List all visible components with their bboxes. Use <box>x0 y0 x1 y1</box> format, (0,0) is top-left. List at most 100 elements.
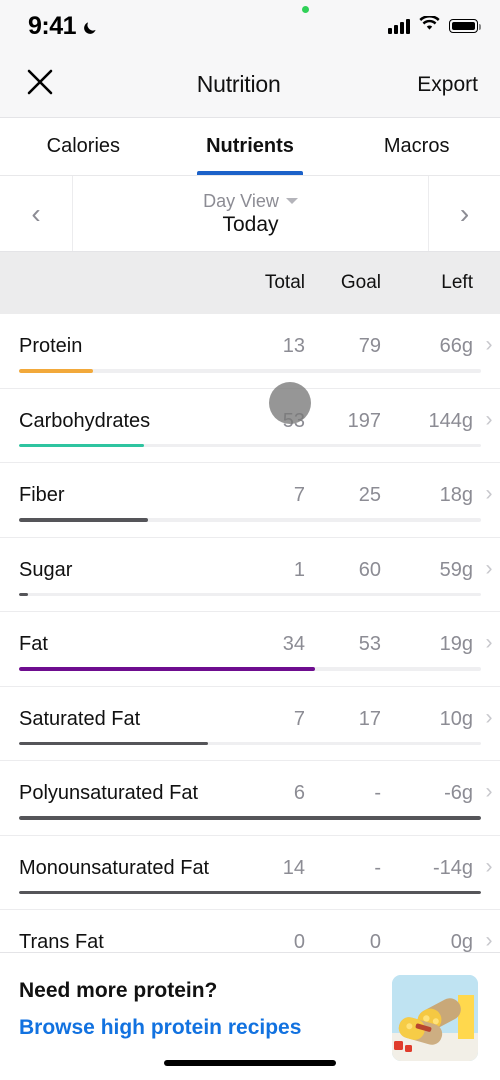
nutrition-screen: 9:41 Nutrition Export Calories Nutrients… <box>0 0 500 1080</box>
table-row[interactable]: Fiber 7 25 18g › <box>0 463 500 538</box>
table-row[interactable]: Fat 34 53 19g › <box>0 612 500 687</box>
nutrient-name: Polyunsaturated Fat <box>19 782 198 804</box>
nutrient-total: 13 <box>282 335 305 357</box>
nav-header: Nutrition Export <box>0 52 500 118</box>
status-time: 9:41 <box>28 11 77 40</box>
browse-recipes-link[interactable]: Browse high protein recipes <box>19 1016 392 1040</box>
nutrient-progress-fill <box>19 741 209 745</box>
wifi-icon <box>419 14 440 36</box>
home-indicator <box>164 1060 336 1066</box>
nutrient-progress-track <box>19 369 481 373</box>
table-row[interactable]: Saturated Fat 7 17 10g › <box>0 686 500 761</box>
table-row[interactable]: Monounsaturated Fat 14 - -14g › <box>0 835 500 910</box>
nutrient-goal: 197 <box>347 409 381 432</box>
date-navigator: ‹ Day View Today › <box>0 176 500 252</box>
nutrient-left: 59g <box>439 558 473 581</box>
nutrient-progress-fill <box>19 518 149 522</box>
nutrient-left: 18g <box>439 484 473 506</box>
chevron-right-icon[interactable]: › <box>478 707 500 728</box>
chevron-right-icon[interactable]: › <box>478 558 500 579</box>
tab-macros[interactable]: Macros <box>333 118 500 175</box>
tab-calories[interactable]: Calories <box>0 118 167 175</box>
nutrient-progress-fill <box>19 890 481 894</box>
day-view-dropdown[interactable]: Day View <box>203 191 298 212</box>
nutrient-name: Fiber <box>19 484 65 506</box>
chevron-right-icon[interactable]: › <box>478 483 500 504</box>
chevron-right-icon[interactable]: › <box>478 781 500 802</box>
nutrient-progress-fill <box>19 443 144 447</box>
nutrient-name: Trans Fat <box>19 931 104 953</box>
table-row[interactable]: Carbohydrates 53 197 144g › <box>0 388 500 463</box>
nutrient-left: 0g <box>450 931 473 953</box>
nutrient-progress-track <box>19 816 481 820</box>
green-recording-dot <box>302 6 309 13</box>
nutrient-total: 6 <box>293 782 305 804</box>
close-button[interactable] <box>20 65 60 105</box>
nutrient-goal: - <box>374 782 381 804</box>
nutrient-goal: 53 <box>358 633 381 655</box>
chevron-right-icon[interactable]: › <box>478 409 500 430</box>
nutrient-name: Monounsaturated Fat <box>19 856 210 879</box>
close-x-icon <box>27 69 53 100</box>
nutrient-name: Sugar <box>19 558 73 581</box>
status-bar-right <box>388 14 482 36</box>
table-column-headers: Total Goal Left <box>0 252 500 314</box>
nutrient-progress-track <box>19 741 481 745</box>
column-header-total: Total <box>264 272 305 293</box>
nutrient-progress-track <box>19 518 481 522</box>
chevron-right-icon[interactable]: › <box>478 334 500 355</box>
nutrient-progress-track <box>19 443 481 447</box>
previous-day-button[interactable]: ‹ <box>0 176 73 251</box>
chevron-right-icon: › <box>459 197 470 229</box>
moon-icon <box>82 19 99 36</box>
nutrient-left: 10g <box>439 707 473 730</box>
chevron-left-icon: ‹ <box>31 197 41 229</box>
nutrient-name: Carbohydrates <box>19 409 151 432</box>
current-date-label: Today <box>222 212 279 236</box>
nutrient-progress-fill <box>19 592 29 596</box>
table-row[interactable]: Sugar 1 60 59g › <box>0 537 500 612</box>
nutrient-total: 14 <box>282 856 305 879</box>
status-bar-left: 9:41 <box>28 12 99 41</box>
date-view-selector[interactable]: Day View Today <box>73 176 428 251</box>
nutrient-list: Protein 13 79 66g › Carbohydrates 53 197 144g › Fi… <box>0 314 500 985</box>
nutrient-name: Saturated Fat <box>19 707 141 730</box>
nutrient-progress-track <box>19 890 481 894</box>
next-day-button[interactable]: › <box>428 176 500 251</box>
nutrient-progress-track <box>19 667 481 671</box>
cellular-signal-icon <box>388 18 410 34</box>
nutrient-left: 19g <box>439 633 473 655</box>
nutrient-left: 144g <box>428 409 474 432</box>
nutrient-name: Protein <box>19 335 83 357</box>
export-button[interactable]: Export <box>417 73 478 97</box>
nutrient-total: 7 <box>293 707 305 730</box>
nutrient-left: -14g <box>432 856 473 879</box>
page-title: Nutrition <box>196 71 281 97</box>
nutrient-goal: 60 <box>358 558 381 581</box>
nutrient-goal: 0 <box>369 931 381 953</box>
chevron-right-icon[interactable]: › <box>478 856 500 877</box>
column-header-left: Left <box>441 272 473 293</box>
nutrient-left: -6g <box>444 782 473 804</box>
breakfast-burrito-photo[interactable] <box>392 975 478 1061</box>
battery-full-icon <box>449 19 482 33</box>
promo-banner-title: Need more protein? <box>19 979 218 1002</box>
nutrient-left: 66g <box>439 335 473 357</box>
column-header-goal: Goal <box>340 272 381 293</box>
day-view-label: Day View <box>203 190 279 211</box>
caret-down-icon <box>285 198 298 204</box>
nutrient-progress-fill <box>19 667 315 671</box>
chevron-right-icon[interactable]: › <box>478 632 500 653</box>
nutrient-total: 7 <box>293 484 305 506</box>
nutrient-total: 0 <box>293 931 305 953</box>
table-row[interactable]: Polyunsaturated Fat 6 - -6g › <box>0 761 500 836</box>
nutrient-total: 53 <box>282 409 305 432</box>
tab-bar: Calories Nutrients Macros <box>0 118 500 176</box>
nutrient-goal: 17 <box>358 707 381 730</box>
nutrient-goal: 25 <box>358 484 381 506</box>
nutrient-goal: 79 <box>358 335 381 357</box>
table-row[interactable]: Protein 13 79 66g › <box>0 314 500 389</box>
nutrient-name: Fat <box>19 633 48 655</box>
tab-nutrients[interactable]: Nutrients <box>167 118 334 175</box>
chevron-right-icon[interactable]: › <box>478 930 500 951</box>
